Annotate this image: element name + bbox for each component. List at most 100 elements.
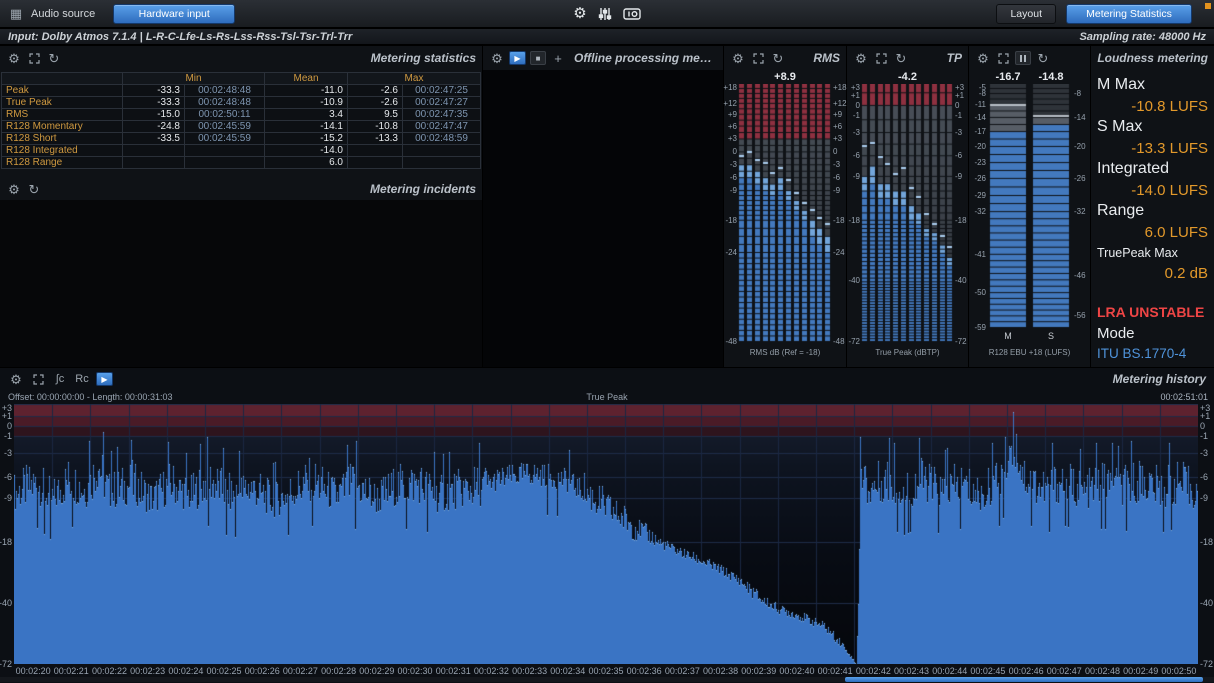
scale-label: +12 (723, 100, 737, 108)
table-cell: 00:02:48:59 (403, 133, 481, 145)
m-max-label: M Max (1097, 76, 1145, 94)
table-cell: -24.8 (123, 121, 185, 133)
true-peak-meter-panel: ⚙ ↻ TP -4.2 +3+10-1-3-6-9-18-40-72 +3+10… (847, 46, 968, 367)
io-routing-icon[interactable] (623, 7, 641, 21)
time-label: 00:02:39 (739, 666, 779, 676)
add-media-icon[interactable]: + (550, 50, 566, 66)
time-label: 00:02:29 (357, 666, 397, 676)
fullscreen-icon[interactable] (26, 50, 42, 66)
history-scrollbar-thumb[interactable] (845, 677, 1203, 682)
stats-col-mean: Mean (265, 73, 348, 85)
table-cell: 00:02:47:35 (403, 109, 481, 121)
table-cell: -33.5 (123, 133, 185, 145)
reset-icon[interactable]: ↻ (46, 50, 62, 66)
offline-header: ⚙ ▶ ■ + Offline processing media ... (483, 46, 723, 70)
scale-label: 0 (1200, 422, 1205, 431)
scale-label: -3 (833, 161, 840, 169)
scale-label: -40 (1200, 599, 1213, 608)
time-label: 00:02:50 (1159, 666, 1199, 676)
stop-button[interactable]: ■ (530, 51, 546, 65)
table-cell: 00:02:45:59 (185, 121, 265, 133)
time-label: 00:02:36 (624, 666, 664, 676)
mode-value: ITU BS.1770-4 (1097, 346, 1186, 361)
gear-icon[interactable]: ⚙ (6, 181, 22, 197)
scale-label: +12 (833, 100, 847, 108)
scale-label: -72 (848, 338, 860, 346)
notification-dot[interactable] (1205, 3, 1211, 9)
gear-icon[interactable]: ⚙ (6, 50, 22, 66)
reset-icon[interactable]: ↻ (893, 50, 909, 66)
history-play-button[interactable]: ▶ (96, 372, 113, 386)
range-curve-icon[interactable]: Rc (74, 371, 90, 387)
input-config-label: Input: Dolby Atmos 7.1.4 | L-R-C-Lfe-Ls-… (8, 31, 352, 43)
table-cell: R128 Short (2, 133, 123, 145)
loudness-readout-header: Loudness metering (1091, 46, 1214, 70)
scale-label: -40 (848, 277, 860, 285)
gear-icon[interactable]: ⚙ (489, 50, 505, 66)
s-max-label: S Max (1097, 118, 1142, 136)
mixer-sliders-icon[interactable] (598, 7, 612, 21)
loudness-meter-panel: ⚙ ↻ -16.7 -14.8 -5-8-11-14-17-20-23-26-2… (969, 46, 1090, 367)
table-cell: -13.3 (348, 133, 403, 145)
reset-icon[interactable]: ↻ (26, 181, 42, 197)
table-cell (348, 145, 403, 157)
scale-label: -18 (955, 217, 967, 225)
fullscreen-icon[interactable] (30, 371, 46, 387)
table-cell: -15.0 (123, 109, 185, 121)
table-row: R128 Short-33.500:02:45:59-15.2-13.300:0… (2, 133, 481, 145)
scale-label: -50 (974, 289, 986, 297)
fullscreen-icon[interactable] (995, 50, 1011, 66)
scale-label: 0 (733, 148, 737, 156)
scale-label: -26 (974, 175, 986, 183)
rms-meter-panel: ⚙ ↻ RMS +8.9 +18+12+9+6+30-3-6-9-18-24-4… (724, 46, 846, 367)
panel-title: RMS (813, 51, 840, 65)
table-row: R128 Momentary-24.800:02:45:59-14.1-10.8… (2, 121, 481, 133)
sampling-rate-label: Sampling rate: 48000 Hz (1079, 31, 1206, 43)
scale-label: +6 (728, 123, 737, 131)
scale-label: -48 (833, 338, 845, 346)
scale-label: +18 (833, 84, 847, 92)
scale-label: -17 (974, 128, 986, 136)
scale-label: -1 (955, 112, 962, 120)
gear-icon[interactable]: ⚙ (853, 50, 869, 66)
incidents-body (0, 200, 482, 367)
tp-caption: True Peak (dBTP) (847, 348, 968, 357)
table-cell: -33.3 (123, 85, 185, 97)
table-cell: 00:02:50:11 (185, 109, 265, 121)
scale-label: -18 (725, 217, 737, 225)
time-label: 00:02:37 (662, 666, 702, 676)
table-cell (123, 145, 185, 157)
scale-label: 0 (7, 422, 12, 431)
scale-label: -59 (974, 324, 986, 332)
gear-icon[interactable]: ⚙ (730, 50, 746, 66)
fullscreen-icon[interactable] (873, 50, 889, 66)
scale-label: -18 (833, 217, 845, 225)
table-cell: 00:02:47:47 (403, 121, 481, 133)
reset-icon[interactable]: ↻ (770, 50, 786, 66)
time-label: 00:02:24 (166, 666, 206, 676)
gear-icon[interactable]: ⚙ (975, 50, 991, 66)
scale-label: -1 (853, 112, 860, 120)
panel-title: TP (947, 51, 962, 65)
loudness-curve-icon[interactable]: ∫c (52, 371, 68, 387)
fullscreen-icon[interactable] (750, 50, 766, 66)
mode-label: Mode (1097, 325, 1135, 342)
reset-icon[interactable]: ↻ (1035, 50, 1051, 66)
tp-header: ⚙ ↻ TP (847, 46, 968, 70)
s-max-value: -13.3 LUFS (1131, 140, 1208, 157)
settings-gear-icon[interactable]: ⚙ (573, 6, 586, 21)
table-row: True Peak-33.300:02:48:48-10.9-2.600:02:… (2, 97, 481, 109)
integrated-value: -14.0 LUFS (1131, 182, 1208, 199)
history-scrollbar-track[interactable] (0, 677, 1214, 682)
scale-label: -8 (979, 90, 986, 98)
rms-meter-bars (738, 84, 832, 342)
scale-label: -6 (955, 152, 962, 160)
table-cell: 00:02:48:48 (185, 97, 265, 109)
gear-icon[interactable]: ⚙ (8, 371, 24, 387)
loudness-meter-bars (987, 84, 1072, 328)
table-cell (185, 157, 265, 169)
pause-button[interactable] (1015, 51, 1031, 65)
play-button[interactable]: ▶ (509, 51, 526, 65)
table-cell: RMS (2, 109, 123, 121)
loudness-readout-panel: Loudness metering M Max -10.8 LUFS S Max… (1091, 46, 1214, 367)
